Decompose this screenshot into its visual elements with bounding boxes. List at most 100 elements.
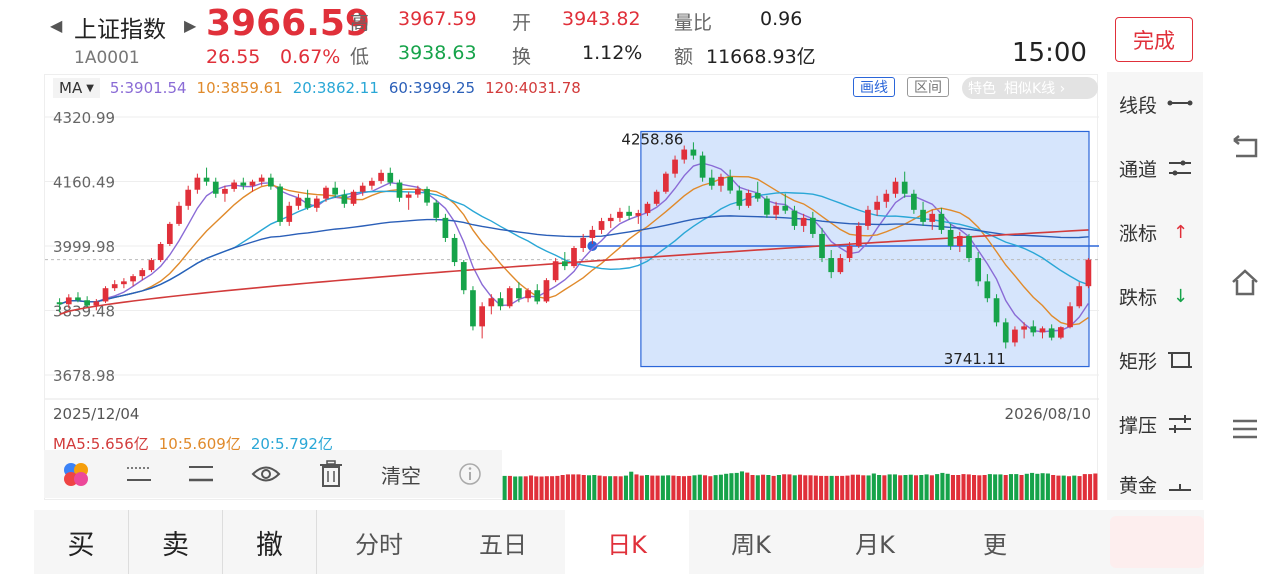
volume-bar [929, 475, 934, 500]
volume-bar [581, 475, 586, 500]
candle-body [295, 197, 302, 206]
candle-body [1085, 259, 1092, 287]
tool-down-mark[interactable]: 跌标 ↓ [1107, 276, 1203, 316]
volume-bar [550, 476, 555, 500]
volume-bar [560, 475, 565, 500]
candle-body [249, 181, 256, 186]
trash-icon[interactable] [314, 450, 348, 498]
tab-sell[interactable]: 卖 [129, 510, 222, 574]
candle-body [75, 297, 81, 301]
candle-body [993, 298, 1000, 323]
volume-bar [761, 474, 766, 500]
tab-daily-k[interactable]: 日K [565, 510, 689, 574]
tab-buy[interactable]: 买 [34, 510, 128, 574]
up-arrow-icon: ↑ [1173, 221, 1189, 243]
home-icon[interactable] [1230, 268, 1260, 303]
tab-weekly-k[interactable]: 周K [689, 510, 813, 574]
feature-similar-kline-tag[interactable]: 特色 相似K线 › [962, 77, 1098, 99]
volume-bar [993, 474, 998, 500]
line-width-icon[interactable] [184, 450, 218, 498]
volume-bar [950, 475, 955, 500]
tab-monthly-k[interactable]: 月K [813, 510, 937, 574]
color-picker-icon[interactable] [58, 450, 94, 498]
volume-ratio-value: 0.96 [760, 8, 803, 30]
volume-bar [908, 474, 913, 500]
prev-index-icon[interactable]: ◀ [50, 16, 62, 35]
menu-icon[interactable] [1230, 416, 1260, 449]
candle-body [975, 258, 982, 282]
tool-up-mark[interactable]: 涨标 ↑ [1107, 212, 1203, 252]
tab-more[interactable]: 更 [937, 510, 1007, 574]
candle-body [185, 189, 192, 206]
candle-body [929, 213, 936, 222]
volume-bar [824, 475, 829, 500]
tool-segment[interactable]: 线段 [1107, 84, 1203, 124]
y-tick-label: 3999.98 [53, 238, 115, 256]
ma60-value: 60:3999.25 [388, 79, 476, 97]
info-icon[interactable] [454, 450, 486, 498]
draw-line-tag[interactable]: 画线 [853, 77, 895, 97]
volume-bar [1066, 476, 1072, 500]
volume-bar [940, 472, 945, 500]
candle-body [699, 155, 706, 178]
tool-golden-label: 黄金 [1119, 474, 1158, 497]
next-index-icon[interactable]: ▶ [184, 16, 196, 35]
candle-body [736, 190, 743, 206]
candle-body [414, 188, 421, 195]
line-dotted-icon[interactable] [122, 450, 156, 498]
range-tag[interactable]: 区间 [907, 77, 949, 97]
candle-body [754, 192, 761, 199]
tool-channel[interactable]: 通道 [1107, 148, 1203, 188]
floating-overlay [1110, 516, 1204, 568]
volume-bar [544, 476, 549, 500]
candle-body [543, 280, 550, 302]
done-button[interactable]: 完成 [1115, 17, 1193, 62]
tab-intraday[interactable]: 分时 [317, 510, 441, 574]
volume-bar [539, 476, 544, 500]
volume-bar [1040, 473, 1045, 500]
volume-bar [724, 473, 729, 500]
drawing-toolbar: 清空 [44, 450, 502, 498]
volume-bar [945, 473, 950, 500]
tool-rectangle-label: 矩形 [1119, 350, 1158, 373]
back-icon[interactable] [1230, 134, 1260, 167]
candle-body [304, 197, 311, 208]
volume-bar [866, 475, 871, 500]
eye-icon[interactable] [248, 450, 284, 498]
tool-rectangle[interactable]: 矩形 [1107, 340, 1203, 380]
volume-bar [1024, 473, 1029, 500]
y-tick-label: 4320.99 [53, 109, 115, 127]
candle-body [323, 187, 329, 199]
tool-support-label: 撑压 [1119, 414, 1158, 437]
candle-body [479, 306, 485, 327]
candle-body [617, 211, 623, 218]
volume-bar [750, 475, 755, 500]
candle-body [525, 290, 531, 299]
candle-body [121, 281, 127, 285]
candle-body [65, 297, 72, 305]
volume-bar [766, 475, 771, 500]
tool-down-mark-label: 跌标 [1119, 286, 1158, 309]
bottom-tab-bar: 买 卖 撤 分时 五日 日K 周K 月K 更 [34, 510, 1204, 574]
tool-golden[interactable]: 黄金 [1107, 464, 1203, 504]
dropdown-icon: ▼ [86, 82, 94, 94]
candle-body [947, 229, 954, 246]
open-label: 开 [512, 12, 532, 34]
volume-bar [671, 475, 676, 500]
ma-selector[interactable]: MA ▼ [53, 78, 100, 98]
candle-body [1067, 306, 1073, 328]
volume-bar [528, 475, 534, 500]
clear-button[interactable]: 清空 [374, 450, 428, 498]
volume-ratio-label: 量比 [674, 12, 713, 34]
volume-bar [718, 474, 723, 500]
app-root: ◀ 上证指数 ▶ 1A0001 3966.59 26.55 0.67% 高 39… [0, 0, 1280, 574]
tab-cancel-order[interactable]: 撤 [223, 510, 316, 574]
low-label: 低 [350, 46, 370, 68]
tool-support-resistance[interactable]: 撑压 [1107, 404, 1203, 444]
candle-body [470, 290, 476, 327]
candle-body [176, 205, 182, 224]
candle-body [727, 176, 734, 191]
candlestick-chart[interactable]: 4320.994160.493999.983839.483678.984258.… [45, 101, 1099, 429]
tab-five-day[interactable]: 五日 [441, 510, 565, 574]
candle-body [240, 182, 247, 186]
